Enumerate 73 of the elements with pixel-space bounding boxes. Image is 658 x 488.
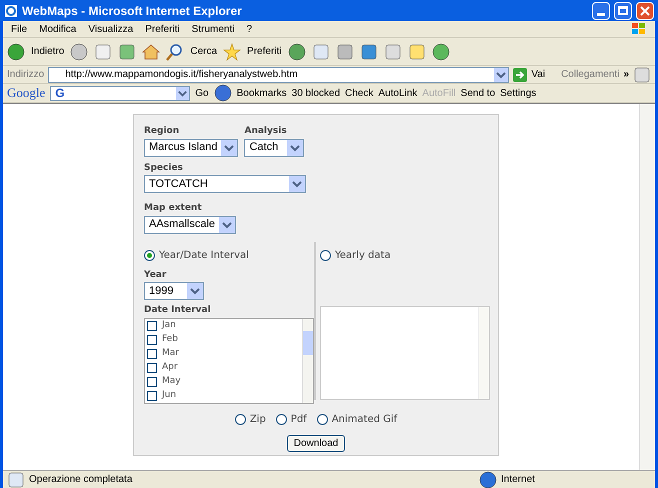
google-toolbar-button[interactable]: Bookmarks bbox=[236, 86, 287, 100]
field-label: Year bbox=[144, 268, 168, 282]
radio-label: Year/Date Interval bbox=[159, 248, 249, 262]
google-toolbar-button[interactable]: 30 blocked bbox=[292, 86, 340, 100]
species-select[interactable]: TOTCATCH bbox=[144, 175, 306, 193]
google-toolbar-button[interactable]: AutoLink bbox=[378, 86, 418, 100]
checkbox[interactable] bbox=[147, 363, 157, 373]
google-logo: Google bbox=[7, 84, 46, 102]
radio-label: Pdf bbox=[290, 412, 307, 426]
field-label: Map extent bbox=[144, 202, 203, 215]
maximize-button[interactable] bbox=[614, 2, 632, 20]
download-button[interactable]: Download bbox=[286, 434, 346, 452]
window-title: WebMaps - Microsoft Internet Explorer bbox=[22, 2, 243, 20]
month-label: Mar bbox=[162, 347, 179, 360]
radio-button[interactable] bbox=[316, 414, 328, 424]
close-button[interactable] bbox=[636, 2, 654, 20]
address-field[interactable]: http://www.mappamondogis.it/fisheryanalystweb.htm bbox=[48, 66, 510, 82]
field-label: Analysis bbox=[244, 125, 288, 138]
radio-label: Animated Gif bbox=[332, 412, 398, 426]
checkbox[interactable] bbox=[147, 321, 157, 331]
checkbox[interactable] bbox=[147, 391, 157, 401]
close-icon bbox=[640, 6, 650, 16]
radio-button[interactable] bbox=[234, 414, 246, 424]
search-icon[interactable] bbox=[166, 42, 184, 60]
favorites-button[interactable]: Preferiti bbox=[247, 44, 282, 59]
search-button[interactable]: Cerca bbox=[190, 44, 218, 59]
links-label[interactable]: Collegamenti bbox=[561, 67, 620, 82]
home-icon[interactable] bbox=[142, 42, 160, 60]
more-links-button[interactable]: » bbox=[623, 67, 629, 82]
analysis-select[interactable]: Catch bbox=[244, 138, 304, 156]
google-toolbar-button[interactable]: Send to bbox=[460, 86, 496, 100]
checkbox[interactable] bbox=[147, 335, 157, 345]
menu-item[interactable]: ? bbox=[246, 22, 252, 36]
google-toolbar-button[interactable]: Check bbox=[345, 86, 374, 100]
windows-logo-icon bbox=[631, 22, 647, 36]
go-button[interactable]: Vai bbox=[531, 67, 546, 82]
google-search-field[interactable]: G bbox=[50, 86, 190, 100]
radio-label: Yearly data bbox=[335, 248, 391, 262]
back-button[interactable]: Indietro bbox=[31, 44, 64, 59]
radio-button[interactable] bbox=[320, 250, 331, 260]
minimize-button[interactable] bbox=[592, 2, 610, 20]
region-select[interactable]: Marcus Island bbox=[144, 138, 238, 156]
month-label: Apr bbox=[162, 361, 178, 374]
year-select[interactable]: 1999 bbox=[144, 282, 204, 300]
go-button[interactable]: Go bbox=[195, 86, 209, 100]
google-toolbar-button[interactable]: Settings bbox=[500, 86, 536, 100]
month-label: Feb bbox=[162, 333, 178, 346]
checkbox[interactable] bbox=[147, 349, 157, 359]
go-arrow-icon[interactable] bbox=[513, 68, 528, 82]
month-label: May bbox=[162, 375, 181, 388]
field-label: Region bbox=[144, 125, 180, 138]
field-label: Date Interval bbox=[144, 304, 212, 317]
star-icon[interactable] bbox=[223, 42, 242, 60]
menu-item[interactable]: Modifica bbox=[39, 22, 76, 36]
menu-item[interactable]: File bbox=[11, 22, 28, 36]
status-message: Operazione completata bbox=[29, 473, 134, 487]
field-label: Species bbox=[144, 162, 184, 174]
radio-button[interactable] bbox=[144, 250, 155, 260]
menu-item[interactable]: Preferiti bbox=[145, 22, 180, 36]
menu-item[interactable]: Strumenti bbox=[192, 22, 234, 36]
radio-label: Zip bbox=[250, 412, 266, 426]
scrollbar[interactable] bbox=[302, 318, 313, 402]
map-extent-select[interactable]: AAsmallscale bbox=[144, 216, 236, 234]
address-label: Indirizzo bbox=[7, 68, 44, 82]
radio-button[interactable] bbox=[276, 414, 287, 424]
checkbox[interactable] bbox=[147, 377, 157, 387]
month-label: Jun bbox=[162, 389, 176, 402]
menu-item[interactable]: Visualizza bbox=[88, 22, 134, 36]
scrollbar[interactable] bbox=[478, 306, 489, 398]
zone-label: Internet bbox=[501, 473, 536, 487]
month-label: Jan bbox=[162, 319, 176, 332]
scrollbar[interactable] bbox=[639, 104, 655, 470]
back-icon[interactable] bbox=[7, 42, 25, 60]
